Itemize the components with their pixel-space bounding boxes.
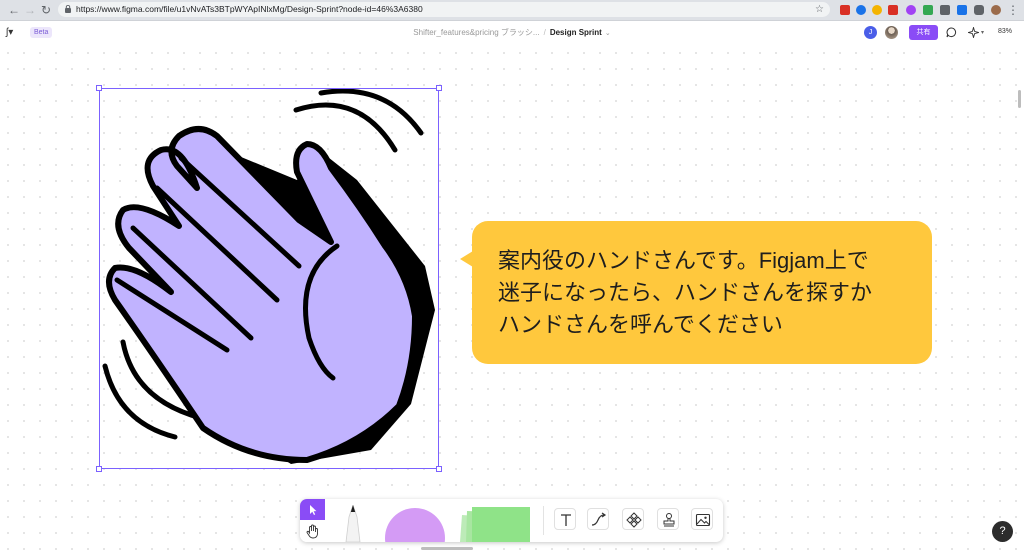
resize-handle[interactable]	[96, 85, 102, 91]
connector-icon	[591, 512, 607, 526]
image-tool[interactable]	[691, 508, 713, 530]
selection-frame	[99, 88, 439, 469]
profile-avatar-icon[interactable]	[991, 5, 1001, 15]
hand-tool[interactable]	[300, 520, 325, 542]
share-button[interactable]: 共有	[909, 25, 938, 40]
hand-pan-icon	[306, 524, 318, 539]
bubble-line: 案内役のハンドさんです。Figjam上で	[498, 248, 869, 273]
extension-icon[interactable]	[856, 5, 866, 15]
components-icon	[626, 512, 642, 528]
extensions-puzzle-icon[interactable]	[974, 5, 984, 15]
figjam-header: ʃ▾ Beta Shifter_features&pricing ブラッシ...…	[0, 21, 1024, 45]
sparkle-icon[interactable]	[968, 27, 979, 38]
waving-hand-sticker[interactable]	[96, 85, 442, 472]
comment-icon[interactable]	[946, 27, 957, 38]
help-button[interactable]: ?	[992, 521, 1013, 542]
text-tool[interactable]	[554, 508, 576, 530]
forward-icon[interactable]: →	[22, 2, 38, 18]
stamp-icon	[663, 513, 675, 527]
extension-icon[interactable]	[940, 5, 950, 15]
reload-icon[interactable]: ↻	[38, 2, 54, 18]
breadcrumb-parent[interactable]: Shifter_features&pricing ブラッシ...	[413, 28, 539, 37]
back-icon[interactable]: ←	[6, 2, 22, 18]
text-icon	[561, 514, 571, 526]
bookmark-star-icon[interactable]: ☆	[815, 2, 824, 17]
components-tool[interactable]	[622, 508, 644, 530]
cursor-icon	[310, 505, 317, 515]
extension-icon[interactable]	[840, 5, 850, 15]
extension-icon[interactable]	[923, 5, 933, 15]
chevron-down-icon[interactable]: ⌄	[605, 30, 611, 37]
resize-handle[interactable]	[96, 466, 102, 472]
bubble-line: 迷子になったら、ハンドさんを探すか	[498, 280, 873, 305]
toolbar-drag-handle[interactable]	[421, 547, 473, 550]
creation-toolbar	[300, 499, 723, 542]
chevron-down-icon[interactable]: ▾	[981, 29, 984, 36]
bubble-line: ハンドさんを呼んでください	[498, 312, 783, 337]
stamp-tool[interactable]	[657, 508, 679, 530]
zoom-level[interactable]: 83%	[998, 28, 1012, 35]
address-bar[interactable]: https://www.figma.com/file/u1vNvATs3BTpW…	[58, 2, 830, 17]
user-avatar[interactable]	[885, 26, 898, 39]
connector-tool[interactable]	[587, 508, 609, 530]
extension-icon[interactable]	[888, 5, 898, 15]
resize-handle[interactable]	[436, 466, 442, 472]
resize-handle[interactable]	[436, 85, 442, 91]
extension-icon[interactable]	[957, 5, 967, 15]
extension-icon[interactable]	[906, 5, 916, 15]
breadcrumb-separator: /	[543, 28, 546, 37]
marker-tool-icon[interactable]	[338, 505, 368, 542]
extension-icon[interactable]	[872, 5, 882, 15]
toolbar-divider	[543, 506, 544, 535]
vertical-scrollbar[interactable]	[1018, 90, 1021, 108]
shape-tool-icon[interactable]	[384, 505, 446, 542]
collaborator-avatar[interactable]: J	[864, 26, 877, 39]
lock-icon	[65, 5, 71, 13]
speech-bubble-text: 案内役のハンドさんです。Figjam上で 迷子になったら、ハンドさんを探すか ハ…	[498, 245, 918, 341]
sticky-note-tool-icon[interactable]	[458, 505, 534, 542]
select-tool[interactable]	[300, 499, 325, 520]
browser-menu-icon[interactable]: ⋮	[1005, 2, 1021, 18]
browser-toolbar: ← → ↻ https://www.figma.com/file/u1vNvAT…	[0, 0, 1024, 21]
url-text: https://www.figma.com/file/u1vNvATs3BTpW…	[76, 4, 423, 14]
image-icon	[695, 513, 711, 527]
file-title[interactable]: Design Sprint	[550, 28, 602, 37]
